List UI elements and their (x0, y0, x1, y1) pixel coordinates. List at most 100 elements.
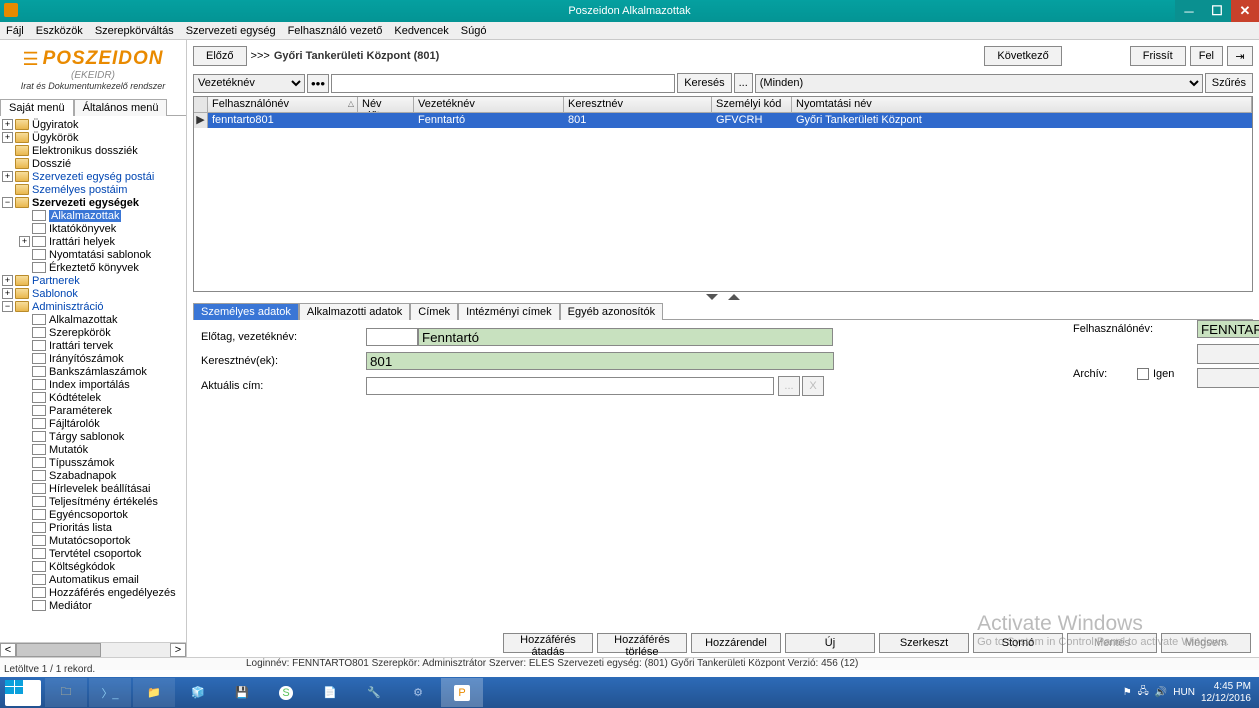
search-field-select[interactable]: Vezetéknév (193, 74, 305, 93)
refresh-button[interactable]: Frissít (1130, 46, 1186, 66)
archive-checkbox[interactable] (1137, 368, 1149, 380)
tray-network-icon[interactable]: 🖧 (1138, 684, 1149, 701)
tree-admin-item[interactable]: Teljesítmény értékelés (49, 496, 158, 508)
tree-admin-item[interactable]: Tárgy sablonok (49, 431, 124, 443)
tree-admin-item[interactable]: Típusszámok (49, 457, 114, 469)
tree-admin-item[interactable]: Kódtételek (49, 392, 101, 404)
expand-icon[interactable]: + (2, 275, 13, 286)
collapse-icon[interactable]: − (2, 301, 13, 312)
tree-sablonok[interactable]: Sablonok (32, 288, 78, 300)
tree-nyomtatasi-sablonok[interactable]: Nyomtatási sablonok (49, 249, 151, 261)
taskbar-poszeidon-icon[interactable]: P (441, 678, 483, 707)
pin-button[interactable]: ⇥ (1227, 46, 1253, 66)
tab-egyeb-azonositok[interactable]: Egyéb azonosítók (560, 303, 663, 320)
scroll-left-icon[interactable]: < (0, 643, 16, 657)
column-szemelyi-kod[interactable]: Személyi kód (712, 97, 792, 112)
taskbar-app-icon[interactable]: S (265, 678, 307, 707)
scope-select[interactable]: (Minden) (755, 74, 1203, 93)
taskbar-app-icon[interactable]: 🔧 (353, 678, 395, 707)
tab-cimek[interactable]: Címek (410, 303, 458, 320)
menu-sugo[interactable]: Súgó (461, 25, 487, 37)
edit-button[interactable]: Szerkeszt (879, 633, 969, 653)
lastname-field[interactable] (418, 328, 833, 346)
tray-clock[interactable]: 4:45 PM 12/12/2016 (1201, 681, 1251, 705)
tree-admin-item[interactable]: Mutatócsoportok (49, 535, 130, 547)
prev-button[interactable]: Előző (193, 46, 247, 66)
taskbar-app-icon[interactable]: 📄 (309, 678, 351, 707)
column-vezeteknev[interactable]: Vezetéknév (414, 97, 564, 112)
tab-alkalmazotti-adatok[interactable]: Alkalmazotti adatok (299, 303, 410, 320)
start-button[interactable] (1, 678, 43, 707)
menu-szervezeti[interactable]: Szervezeti egység (186, 25, 276, 37)
firstname-field[interactable] (366, 352, 834, 370)
table-row[interactable]: ▶ fenntarto801 Fenntartó 801 GFVCRH Győr… (194, 113, 1252, 128)
change-password-button[interactable]: Jelszó módosítás (1197, 344, 1259, 364)
expand-icon[interactable]: + (2, 119, 13, 130)
tree-admin-item[interactable]: Hírlevelek beállításai (49, 483, 151, 495)
new-button[interactable]: Új (785, 633, 875, 653)
assign-button[interactable]: Hozzárendel (691, 633, 781, 653)
tree-iktatokonyvek[interactable]: Iktatókönyvek (49, 223, 116, 235)
tree-edossziek[interactable]: Elektronikus dossziék (32, 145, 138, 157)
address-clear-button[interactable]: X (802, 376, 824, 396)
menu-szerepkorvaltas[interactable]: Szerepkörváltás (95, 25, 174, 37)
taskbar-folder-icon[interactable]: 📁 (133, 678, 175, 707)
tree-szem-postaim[interactable]: Személyes postáim (32, 184, 127, 196)
next-button[interactable]: Következő (984, 46, 1061, 66)
tree-admin-item[interactable]: Költségkódok (49, 561, 115, 573)
search-button[interactable]: Keresés (677, 73, 731, 93)
tree-admin-item[interactable]: Irányítószámok (49, 353, 124, 365)
expand-icon[interactable]: + (2, 171, 13, 182)
taskbar-explorer-icon[interactable]: 🗀 (45, 678, 87, 707)
menu-eszkozok[interactable]: Eszközök (36, 25, 83, 37)
results-grid[interactable]: Felhasználónév△ Név előtag Vezetéknév Ke… (193, 96, 1253, 292)
chevron-up-icon[interactable] (728, 294, 740, 300)
tree-admin-item[interactable]: Paraméterek (49, 405, 112, 417)
scroll-right-icon[interactable]: > (170, 643, 186, 657)
browse-button[interactable]: ... (734, 73, 753, 93)
username-field[interactable] (1197, 320, 1259, 338)
up-button[interactable]: Fel (1190, 46, 1223, 66)
prefix-field[interactable] (366, 328, 418, 346)
tree-admin-item[interactable]: Szabadnapok (49, 470, 116, 482)
chevron-down-icon[interactable] (706, 294, 718, 300)
taskbar-powershell-icon[interactable]: 〉_ (89, 678, 131, 707)
address-browse-button[interactable]: ... (778, 376, 800, 396)
tree-admin-item[interactable]: Bankszámlaszámok (49, 366, 147, 378)
tree-admin-item[interactable]: Alkalmazottak (49, 314, 117, 326)
menu-fajl[interactable]: Fájl (6, 25, 24, 37)
tree-alkalmazottak[interactable]: Alkalmazottak (49, 210, 121, 222)
column-nyomtatasi-nev[interactable]: Nyomtatási név (792, 97, 1252, 112)
tree-ugykorok[interactable]: Ügykörök (32, 132, 78, 144)
tree-szervezeti-egysegek[interactable]: Szervezeti egységek (32, 197, 139, 209)
tab-szemelyes-adatok[interactable]: Személyes adatok (193, 303, 299, 320)
taskbar-app-icon[interactable]: 💾 (221, 678, 263, 707)
tree-admin-item[interactable]: Index importálás (49, 379, 130, 391)
tree-admin-item[interactable]: Tervtétel csoportok (49, 548, 141, 560)
tray-lang[interactable]: HUN (1173, 687, 1195, 698)
nav-tree[interactable]: + Ügyiratok + Ügykörök Elektronikus dosszi… (0, 116, 186, 642)
column-nev-elotag[interactable]: Név előtag (358, 97, 414, 112)
tab-altalanos-menu[interactable]: Általános menü (74, 99, 168, 116)
tree-admin-item[interactable]: Szerepkörök (49, 327, 111, 339)
maximize-button[interactable]: ☐ (1203, 0, 1231, 22)
expand-icon[interactable]: + (2, 132, 13, 143)
tree-admin-item[interactable]: Automatikus email (49, 574, 139, 586)
taskbar-app-icon[interactable]: ⚙ (397, 678, 439, 707)
tab-intezmenyi-cimek[interactable]: Intézményi címek (458, 303, 560, 320)
collapse-icon[interactable]: − (2, 197, 13, 208)
expand-icon[interactable]: + (2, 288, 13, 299)
tray-volume-icon[interactable]: 🔊 (1155, 687, 1167, 698)
tree-admin-item[interactable]: Hozzáférés engedélyezés (49, 587, 176, 599)
expand-icon[interactable]: + (19, 236, 30, 247)
access-transfer-button[interactable]: Hozzáférés átadás (503, 633, 593, 653)
tree-admin-item[interactable]: Irattári tervek (49, 340, 113, 352)
tab-sajat-menu[interactable]: Saját menü (0, 99, 74, 116)
tree-admin-item[interactable]: Prioritás lista (49, 522, 112, 534)
column-felhasznalonev[interactable]: Felhasználónév△ (208, 97, 358, 112)
tree-ugyiratok[interactable]: Ügyiratok (32, 119, 78, 131)
access-delete-button[interactable]: Hozzáférés törlése (597, 633, 687, 653)
taskbar[interactable]: 🗀 〉_ 📁 🧊 💾 S 📄 🔧 ⚙ P ⚑ 🖧 🔊 HUN 4:45 PM 1… (0, 677, 1259, 708)
tree-szerv-postai[interactable]: Szervezeti egység postái (32, 171, 154, 183)
tree-partnerek[interactable]: Partnerek (32, 275, 80, 287)
